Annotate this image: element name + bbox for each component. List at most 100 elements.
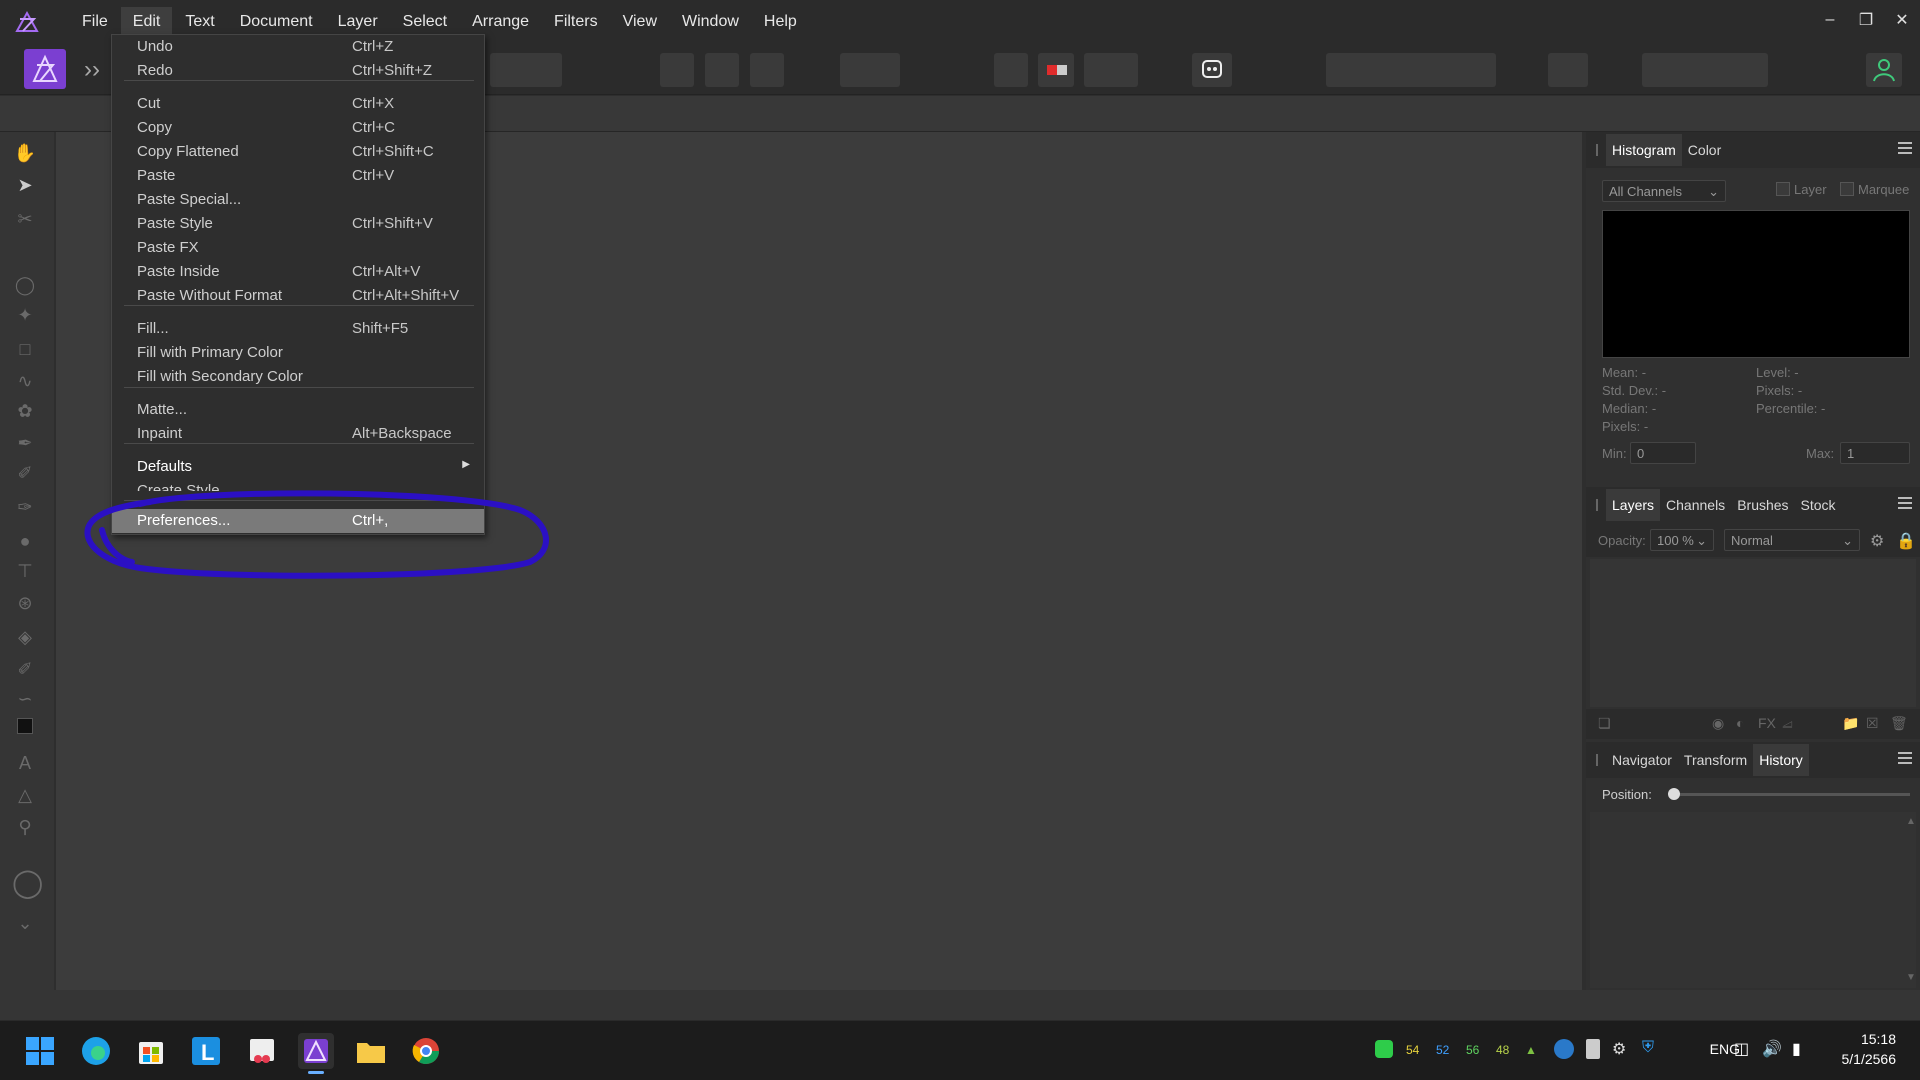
menu-item-fill[interactable]: Fill... Shift+F5	[112, 317, 484, 341]
tray-readout[interactable]: 48	[1496, 1043, 1509, 1057]
healing-brush-icon[interactable]: ⊛	[12, 592, 38, 614]
lock-icon[interactable]: 🔒	[1896, 531, 1916, 551]
tray-readout[interactable]: 56	[1466, 1043, 1479, 1057]
gear-icon[interactable]: ⚙	[1870, 531, 1884, 551]
blur-tool-icon[interactable]: ◈	[12, 626, 38, 648]
paint-brush-icon[interactable]: ✒	[12, 432, 38, 454]
menu-item-paste-style[interactable]: Paste Style Ctrl+Shift+V	[112, 212, 484, 236]
app-l-icon[interactable]: L	[188, 1033, 224, 1069]
menu-layer[interactable]: Layer	[326, 7, 390, 37]
menu-item-cut[interactable]: Cut Ctrl+X	[112, 92, 484, 116]
crop-tool-icon[interactable]: ✂	[12, 208, 38, 230]
menu-item-create-style[interactable]: Create Style	[112, 479, 484, 491]
arrange-button-group[interactable]	[1326, 53, 1496, 87]
blend-mode-select[interactable]: Normal ⌄	[1724, 529, 1860, 551]
affinity-photo-logo-icon[interactable]	[14, 8, 40, 35]
selection-button[interactable]	[660, 53, 694, 87]
folder-icon[interactable]: 📁	[1842, 715, 1859, 732]
freehand-select-icon[interactable]: ∿	[12, 370, 38, 392]
panel-menu-icon[interactable]	[1898, 752, 1912, 766]
selection-brush-icon[interactable]: ◯	[12, 274, 38, 296]
battery-icon[interactable]: ▮	[1792, 1039, 1801, 1059]
snipping-tool-icon[interactable]	[244, 1033, 280, 1069]
usb-tray-icon[interactable]	[1586, 1039, 1600, 1059]
fill-color-swatch[interactable]	[17, 718, 33, 734]
clock-tray-icon[interactable]	[1554, 1039, 1574, 1059]
steam-tray-icon[interactable]: ⚙	[1612, 1039, 1626, 1059]
layers-list[interactable]	[1590, 559, 1916, 707]
position-slider-handle[interactable]	[1668, 788, 1680, 800]
layer-stack-icon[interactable]: ❏	[1598, 715, 1611, 732]
live-filter-icon[interactable]: ⧡	[1782, 715, 1793, 732]
menu-help[interactable]: Help	[752, 7, 809, 37]
expand-chevron-icon[interactable]: ⌄	[12, 912, 38, 934]
toolbar-button-group[interactable]	[490, 53, 562, 87]
adjustment-icon[interactable]: ◐	[1736, 715, 1744, 731]
tab-brushes[interactable]: Brushes	[1731, 489, 1794, 521]
tab-histogram[interactable]: Histogram	[1606, 134, 1682, 166]
min-input[interactable]: 0	[1630, 442, 1696, 464]
photo-persona-icon[interactable]	[24, 49, 66, 89]
windows-start-icon[interactable]	[22, 1033, 58, 1069]
shape-tool-icon[interactable]: △	[12, 784, 38, 806]
tray-readout[interactable]: 54	[1406, 1043, 1419, 1057]
menu-item-copy-flattened[interactable]: Copy Flattened Ctrl+Shift+C	[112, 140, 484, 164]
panel-menu-icon[interactable]	[1898, 142, 1912, 156]
panel-grip-icon[interactable]	[1596, 144, 1598, 156]
move-tool-icon[interactable]: ➤	[12, 174, 38, 196]
edge-browser-icon[interactable]	[78, 1033, 114, 1069]
hand-tool-icon[interactable]: ✋	[12, 142, 38, 164]
dodge-tool-icon[interactable]: ●	[12, 530, 38, 552]
menu-document[interactable]: Document	[228, 7, 325, 37]
quick-mask-dropdown[interactable]	[840, 53, 900, 87]
marquee-tool-icon[interactable]: □	[12, 338, 38, 360]
history-list[interactable]	[1590, 812, 1916, 988]
menu-item-fill-with-secondary-color[interactable]: Fill with Secondary Color	[112, 365, 484, 389]
menu-text[interactable]: Text	[173, 7, 226, 37]
menu-window[interactable]: Window	[670, 7, 751, 37]
erase-tool-icon[interactable]: ✑	[12, 496, 38, 518]
panel-grip-icon[interactable]	[1596, 499, 1598, 511]
color-picker-icon[interactable]: ✿	[12, 400, 38, 422]
menu-item-defaults[interactable]: Defaults ▶	[112, 455, 484, 479]
tray-readout[interactable]: 52	[1436, 1043, 1449, 1057]
menu-file[interactable]: File	[70, 7, 120, 37]
liquify-persona-icon[interactable]: ››	[84, 53, 114, 87]
tab-layers[interactable]: Layers	[1606, 489, 1661, 521]
line-app-tray-icon[interactable]	[1375, 1040, 1393, 1058]
vector-pen-icon[interactable]: ✐	[12, 658, 38, 680]
channel-select[interactable]: All Channels ⌄	[1602, 180, 1726, 202]
tab-channels[interactable]: Channels	[1660, 489, 1731, 521]
restore-icon[interactable]: ❐	[1848, 0, 1884, 40]
node-tool-icon[interactable]: ∽	[12, 688, 38, 710]
network-icon[interactable]: ◫	[1734, 1039, 1749, 1059]
max-input[interactable]: 1	[1840, 442, 1910, 464]
boolean-button-group[interactable]	[1642, 53, 1768, 87]
menu-item-undo[interactable]: Undo Ctrl+Z	[112, 35, 484, 59]
panel-menu-icon[interactable]	[1898, 497, 1912, 511]
menu-item-paste[interactable]: Paste Ctrl+V	[112, 164, 484, 188]
minimize-icon[interactable]: –	[1812, 0, 1848, 40]
nvidia-tray-icon[interactable]: ▲	[1525, 1043, 1537, 1057]
position-slider-track[interactable]	[1672, 793, 1910, 796]
pixel-tool-icon[interactable]: ✐	[12, 462, 38, 484]
color-wheel-icon[interactable]: ◯	[12, 869, 43, 906]
text-tool-icon[interactable]: A	[12, 752, 38, 774]
menu-arrange[interactable]: Arrange	[460, 7, 541, 37]
chrome-browser-icon[interactable]	[408, 1033, 444, 1069]
user-account-icon[interactable]	[1866, 53, 1902, 87]
menu-item-copy[interactable]: Copy Ctrl+C	[112, 116, 484, 140]
marquee-checkbox[interactable]	[1840, 182, 1854, 196]
menu-item-paste-inside[interactable]: Paste Inside Ctrl+Alt+V	[112, 260, 484, 284]
menu-edit[interactable]: Edit	[120, 6, 173, 37]
delete-layer-icon[interactable]: ☒	[1866, 715, 1879, 732]
affinity-photo-taskbar-icon[interactable]	[298, 1033, 334, 1074]
menu-item-matte[interactable]: Matte...	[112, 398, 484, 422]
layer-checkbox[interactable]	[1776, 182, 1790, 196]
invert-selection-button[interactable]	[750, 53, 784, 87]
microsoft-store-icon[interactable]	[133, 1033, 169, 1069]
defender-tray-icon[interactable]: ⛨	[1642, 1039, 1654, 1057]
menu-item-paste-special[interactable]: Paste Special...	[112, 188, 484, 212]
fx-icon[interactable]: FX	[1758, 715, 1776, 731]
crop-button[interactable]	[994, 53, 1028, 87]
